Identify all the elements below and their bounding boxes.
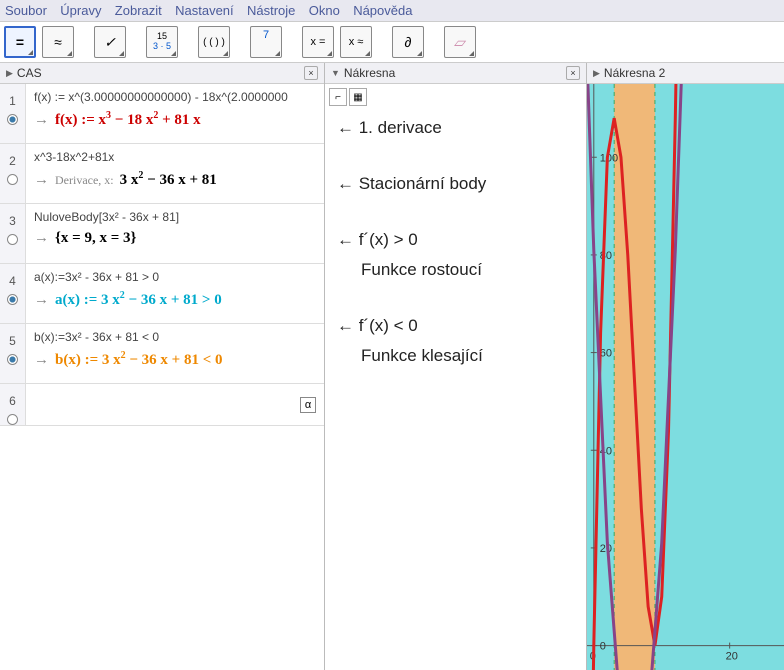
cas-cell[interactable]: α	[26, 384, 324, 425]
cas-row-number: 6	[0, 384, 26, 425]
visibility-toggle[interactable]	[7, 174, 18, 185]
seven-icon: 7	[263, 29, 269, 41]
cas-row-number: 3	[0, 204, 26, 263]
tool-delete[interactable]: ▱	[444, 26, 476, 58]
x-eq-icon: x =	[311, 36, 326, 48]
svg-text:0: 0	[600, 641, 606, 653]
cas-input-text: x^3-18x^2+81x	[34, 150, 316, 164]
menu-upravy[interactable]: Úpravy	[60, 3, 101, 18]
cas-cell[interactable]: x^3-18x^2+81x →Derivace, x:3 x2 − 36 x + …	[26, 144, 324, 203]
svg-text:20: 20	[726, 651, 738, 663]
cas-row[interactable]: 3 NuloveBody[3x² - 36x + 81] →{x = 9, x = …	[0, 204, 324, 264]
cas-cell[interactable]: NuloveBody[3x² - 36x + 81] →{x = 9, x = 3…	[26, 204, 324, 263]
cas-row-number: 1	[0, 84, 26, 143]
cas-row[interactable]: 4 a(x):=3x² - 36x + 81 > 0 →a(x) := 3 x2 −…	[0, 264, 324, 324]
annotation: ← f´(x) < 0Funkce klesající	[337, 316, 574, 366]
cas-input-text: f(x) := x^(3.00000000000000) - 18x^(2.00…	[34, 90, 316, 104]
erase-icon: ▱	[452, 34, 467, 51]
tool-factor[interactable]: 153 · 5	[146, 26, 178, 58]
collapse-icon: ▶	[593, 68, 600, 79]
nakresna-title: Nákresna	[344, 66, 395, 80]
annotation: ← f´(x) > 0Funkce rostoucí	[337, 230, 574, 280]
menubar: Soubor Úpravy Zobrazit Nastavení Nástroj…	[0, 0, 784, 22]
nakresna-header[interactable]: ▼ Nákresna ×	[325, 63, 586, 84]
tool-substitute[interactable]: ( ( ) )	[198, 26, 230, 58]
alpha-button[interactable]: α	[300, 397, 316, 413]
menu-okno[interactable]: Okno	[309, 3, 340, 18]
main-area: ▶ CAS × 1 f(x) := x^(3.00000000000000) - …	[0, 63, 784, 670]
cas-title: CAS	[17, 66, 42, 80]
tool-solve-numeric[interactable]: x ≈	[340, 26, 372, 58]
partial-icon: ∂	[405, 34, 412, 50]
visibility-toggle[interactable]	[7, 234, 18, 245]
tool-expand[interactable]: 7	[250, 26, 282, 58]
cas-panel: ▶ CAS × 1 f(x) := x^(3.00000000000000) - …	[0, 63, 325, 670]
cas-output-text: →f(x) := x3 − 18 x2 + 81 x	[34, 110, 316, 129]
cas-row-number: 4	[0, 264, 26, 323]
nakresna-close-button[interactable]: ×	[566, 66, 580, 80]
cas-input-text: NuloveBody[3x² - 36x + 81]	[34, 210, 316, 224]
nakresna2-title: Nákresna 2	[604, 66, 665, 80]
menu-nastaveni[interactable]: Nastavení	[175, 3, 234, 18]
tool-solve[interactable]: x =	[302, 26, 334, 58]
nakresna2-panel: ▶ Nákresna 2 020406080100020	[587, 63, 784, 670]
menu-napoveda[interactable]: Nápověda	[353, 3, 412, 18]
cas-row[interactable]: 1 f(x) := x^(3.00000000000000) - 18x^(2.0…	[0, 84, 324, 144]
cas-row-number: 2	[0, 144, 26, 203]
check-icon: ✓	[104, 34, 116, 51]
cas-output-text: →Derivace, x:3 x2 − 36 x + 81	[34, 170, 316, 189]
cas-header[interactable]: ▶ CAS ×	[0, 63, 324, 84]
visibility-toggle[interactable]	[7, 414, 18, 425]
cas-output-text: →{x = 9, x = 3}	[34, 230, 316, 247]
cas-row[interactable]: 6α	[0, 384, 324, 426]
approx-icon: ≈	[54, 34, 62, 50]
cas-input-text: a(x):=3x² - 36x + 81 > 0	[34, 270, 316, 284]
paren-icon: ( ( ) )	[203, 37, 225, 48]
grid-tool[interactable]: ▦	[349, 88, 367, 106]
menu-soubor[interactable]: Soubor	[5, 3, 47, 18]
menu-zobrazit[interactable]: Zobrazit	[115, 3, 162, 18]
svg-text:80: 80	[600, 250, 612, 262]
cas-row[interactable]: 2 x^3-18x^2+81x →Derivace, x:3 x2 − 36 x +…	[0, 144, 324, 204]
collapse-icon: ▼	[331, 68, 340, 78]
menu-nastroje[interactable]: Nástroje	[247, 3, 295, 18]
axes-tool[interactable]: ⌐	[329, 88, 347, 106]
chart-area[interactable]: 020406080100020	[587, 84, 784, 670]
tool-numeric[interactable]: ≈	[42, 26, 74, 58]
cas-cell[interactable]: f(x) := x^(3.00000000000000) - 18x^(2.00…	[26, 84, 324, 143]
cas-close-button[interactable]: ×	[304, 66, 318, 80]
x-approx-icon: x ≈	[349, 36, 364, 48]
tool-derivative[interactable]: ∂	[392, 26, 424, 58]
cas-input-text: b(x):=3x² - 36x + 81 < 0	[34, 330, 316, 344]
toolbar: = ≈ ✓ 153 · 5 ( ( ) ) 7 x = x ≈ ∂ ▱	[0, 22, 784, 63]
cas-cell[interactable]: a(x):=3x² - 36x + 81 > 0 →a(x) := 3 x2 − …	[26, 264, 324, 323]
annotation: ← Stacionární body	[337, 174, 574, 194]
visibility-toggle[interactable]	[7, 114, 18, 125]
svg-text:20: 20	[600, 543, 612, 555]
collapse-icon: ▶	[6, 68, 13, 79]
cas-output-text: →a(x) := 3 x2 − 36 x + 81 > 0	[34, 290, 316, 309]
nakresna-body[interactable]: ⌐ ▦ ← 1. derivace ← Stacionární body ← f´(…	[325, 84, 586, 670]
equals-icon: =	[16, 34, 24, 50]
visibility-toggle[interactable]	[7, 354, 18, 365]
nakresna-panel: ▼ Nákresna × ⌐ ▦ ← 1. derivace ← Stacioná…	[325, 63, 587, 670]
tool-evaluate[interactable]: =	[4, 26, 36, 58]
cas-cell[interactable]: b(x):=3x² - 36x + 81 < 0 →b(x) := 3 x2 − …	[26, 324, 324, 383]
nakresna2-header[interactable]: ▶ Nákresna 2	[587, 63, 784, 84]
annotation: ← 1. derivace	[337, 118, 574, 138]
cas-output-text: →b(x) := 3 x2 − 36 x + 81 < 0	[34, 350, 316, 369]
cas-row-number: 5	[0, 324, 26, 383]
tool-keep-input[interactable]: ✓	[94, 26, 126, 58]
cas-row[interactable]: 5 b(x):=3x² - 36x + 81 < 0 →b(x) := 3 x2 −…	[0, 324, 324, 384]
cas-body: 1 f(x) := x^(3.00000000000000) - 18x^(2.0…	[0, 84, 324, 670]
visibility-toggle[interactable]	[7, 294, 18, 305]
